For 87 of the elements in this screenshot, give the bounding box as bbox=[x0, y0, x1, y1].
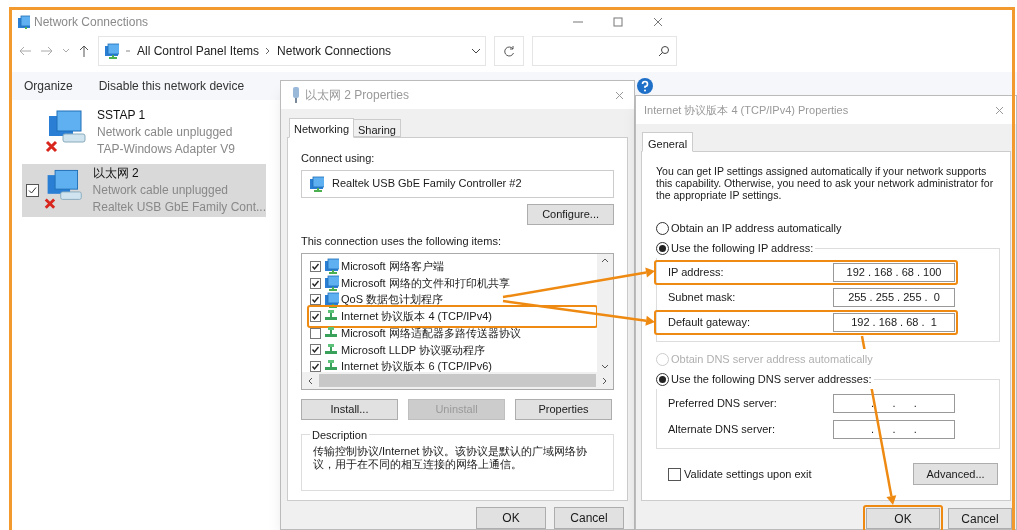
checkbox[interactable] bbox=[310, 260, 321, 272]
refresh-icon bbox=[503, 45, 515, 57]
field-label: Default gateway: bbox=[667, 315, 750, 331]
network-adapter-icon bbox=[308, 175, 324, 192]
action-button[interactable]: Install... bbox=[301, 399, 398, 420]
checkbox[interactable] bbox=[310, 360, 321, 372]
radio-button[interactable] bbox=[656, 372, 669, 386]
checkbox[interactable] bbox=[310, 344, 321, 356]
ok-button[interactable]: OK bbox=[866, 508, 940, 529]
checkbox[interactable] bbox=[668, 467, 681, 481]
address-bar[interactable]: All Control Panel Items Network Connections bbox=[98, 36, 486, 66]
search-icon bbox=[658, 45, 670, 57]
tab[interactable]: Networking bbox=[289, 118, 355, 138]
help-icon[interactable] bbox=[637, 78, 653, 94]
dialog-title: 以太网 2 Properties bbox=[305, 87, 410, 104]
field-label: Subnet mask: bbox=[667, 290, 736, 306]
checkbox[interactable] bbox=[310, 294, 321, 306]
up-arrow-icon[interactable] bbox=[78, 44, 90, 58]
network-client-icon bbox=[323, 258, 339, 275]
ip-address-field[interactable]: 255 . 255 . 255 . 0 bbox=[833, 288, 955, 307]
list-item[interactable]: Internet 协议版本 6 (TCP/IPv6) bbox=[310, 358, 595, 375]
description-text: 传输控制协议/Internet 协议。该协议是默认的广域网络协议，用于在不同的相互连接的网络上通信。 bbox=[313, 445, 589, 471]
adapter-name: TAP-Windows Adapter V9 bbox=[97, 141, 235, 158]
connection-status: Network cable unplugged bbox=[92, 182, 230, 199]
configure-button[interactable]: Configure... bbox=[527, 203, 614, 225]
field-label: IP address: bbox=[667, 265, 724, 281]
cancel-button[interactable]: Cancel bbox=[554, 507, 624, 529]
list-item[interactable]: QoS 数据包计划程序 bbox=[310, 291, 595, 309]
field-label: Preferred DNS server: bbox=[667, 396, 777, 412]
list-item[interactable]: Microsoft 网络适配器多路传送器协议 bbox=[310, 324, 595, 342]
cancel-button[interactable]: Cancel bbox=[948, 508, 1012, 529]
dropdown-icon[interactable] bbox=[471, 48, 481, 54]
intro-text: You can get IP settings assigned automatically if your network supports this capability. Otherwise, you need to ask your network administrator for the appropriate IP settings. bbox=[656, 165, 995, 201]
ip-address-field[interactable]: . . . bbox=[833, 420, 955, 439]
close-icon[interactable] bbox=[995, 105, 1004, 115]
vertical-scrollbar[interactable] bbox=[597, 254, 613, 373]
ip-address-field[interactable]: 192 . 168 . 68 . 1 bbox=[833, 313, 955, 332]
radio-button[interactable] bbox=[656, 221, 669, 235]
scroll-left-icon[interactable] bbox=[308, 376, 313, 385]
dialog-title: Internet 协议版本 4 (TCP/IPv4) Properties bbox=[644, 102, 849, 118]
connection-status: Network cable unplugged bbox=[97, 124, 234, 141]
scroll-up-icon[interactable] bbox=[601, 258, 609, 263]
adapter-name: Realtek USB GbE Family Cont... bbox=[92, 199, 266, 216]
action-button[interactable]: Properties bbox=[515, 399, 612, 420]
tab[interactable]: General bbox=[642, 132, 694, 152]
window-title: Network Connections bbox=[34, 14, 149, 31]
list-item[interactable]: Microsoft 网络客户端 bbox=[310, 258, 595, 275]
list-label: This connection uses the following items: bbox=[301, 233, 502, 249]
close-icon[interactable] bbox=[653, 17, 663, 27]
toolbar-command[interactable]: Disable this network device bbox=[98, 77, 245, 95]
adapter-field: Realtek USB GbE Family Controller #2 bbox=[301, 169, 614, 198]
horizontal-scrollbar[interactable] bbox=[302, 372, 613, 389]
search-field[interactable] bbox=[532, 36, 677, 66]
list-item[interactable]: Internet 协议版本 4 (TCP/IPv4) bbox=[310, 308, 595, 325]
close-icon[interactable] bbox=[615, 90, 624, 100]
ethernet-icon bbox=[291, 87, 301, 103]
radio-button[interactable] bbox=[656, 241, 669, 255]
connection-name: 以太网 2 bbox=[92, 165, 140, 182]
ok-button[interactable]: OK bbox=[476, 507, 546, 529]
list-item[interactable]: Microsoft LLDP 协议驱动程序 bbox=[310, 341, 595, 359]
control-panel-icon bbox=[103, 43, 119, 59]
breadcrumb-item[interactable]: All Control Panel Items bbox=[137, 42, 260, 60]
field-label: Alternate DNS server: bbox=[667, 422, 775, 438]
network-client-icon bbox=[323, 275, 339, 292]
connection-name: SSTAP 1 bbox=[97, 107, 147, 124]
maximize-icon[interactable] bbox=[613, 17, 623, 27]
breadcrumb-item[interactable]: Network Connections bbox=[277, 42, 392, 60]
checkbox[interactable] bbox=[310, 310, 321, 322]
scroll-down-icon[interactable] bbox=[601, 364, 609, 369]
ip-address-field[interactable]: 192 . 168 . 68 . 100 bbox=[833, 263, 955, 282]
checkbox[interactable] bbox=[310, 277, 321, 289]
field-label: Connect using: bbox=[301, 151, 376, 166]
scroll-right-icon[interactable] bbox=[602, 376, 607, 385]
network-icon bbox=[16, 15, 30, 29]
radio-option[interactable]: Use the following DNS server addresses: bbox=[656, 369, 874, 389]
scroll-thumb[interactable] bbox=[319, 374, 596, 387]
organize-menu[interactable]: Organize bbox=[24, 77, 73, 95]
checkbox[interactable] bbox=[310, 327, 321, 339]
network-client-icon bbox=[323, 291, 339, 308]
checkbox[interactable] bbox=[26, 184, 39, 197]
advanced-button[interactable]: Advanced... bbox=[913, 463, 998, 485]
validate-checkbox[interactable]: Validate settings upon exit bbox=[668, 465, 812, 483]
tab[interactable]: Sharing bbox=[354, 119, 401, 137]
ip-address-field[interactable]: . . . bbox=[833, 394, 955, 413]
list-item[interactable]: Microsoft 网络的文件和打印机共享 bbox=[310, 274, 595, 292]
connection-item[interactable]: 以太网 2 Network cable unplugged Realtek USB GbE Family Cont... bbox=[22, 164, 266, 217]
connection-item[interactable]: SSTAP 1 Network cable unplugged TAP-Windows Adapter V9 bbox=[22, 106, 266, 159]
